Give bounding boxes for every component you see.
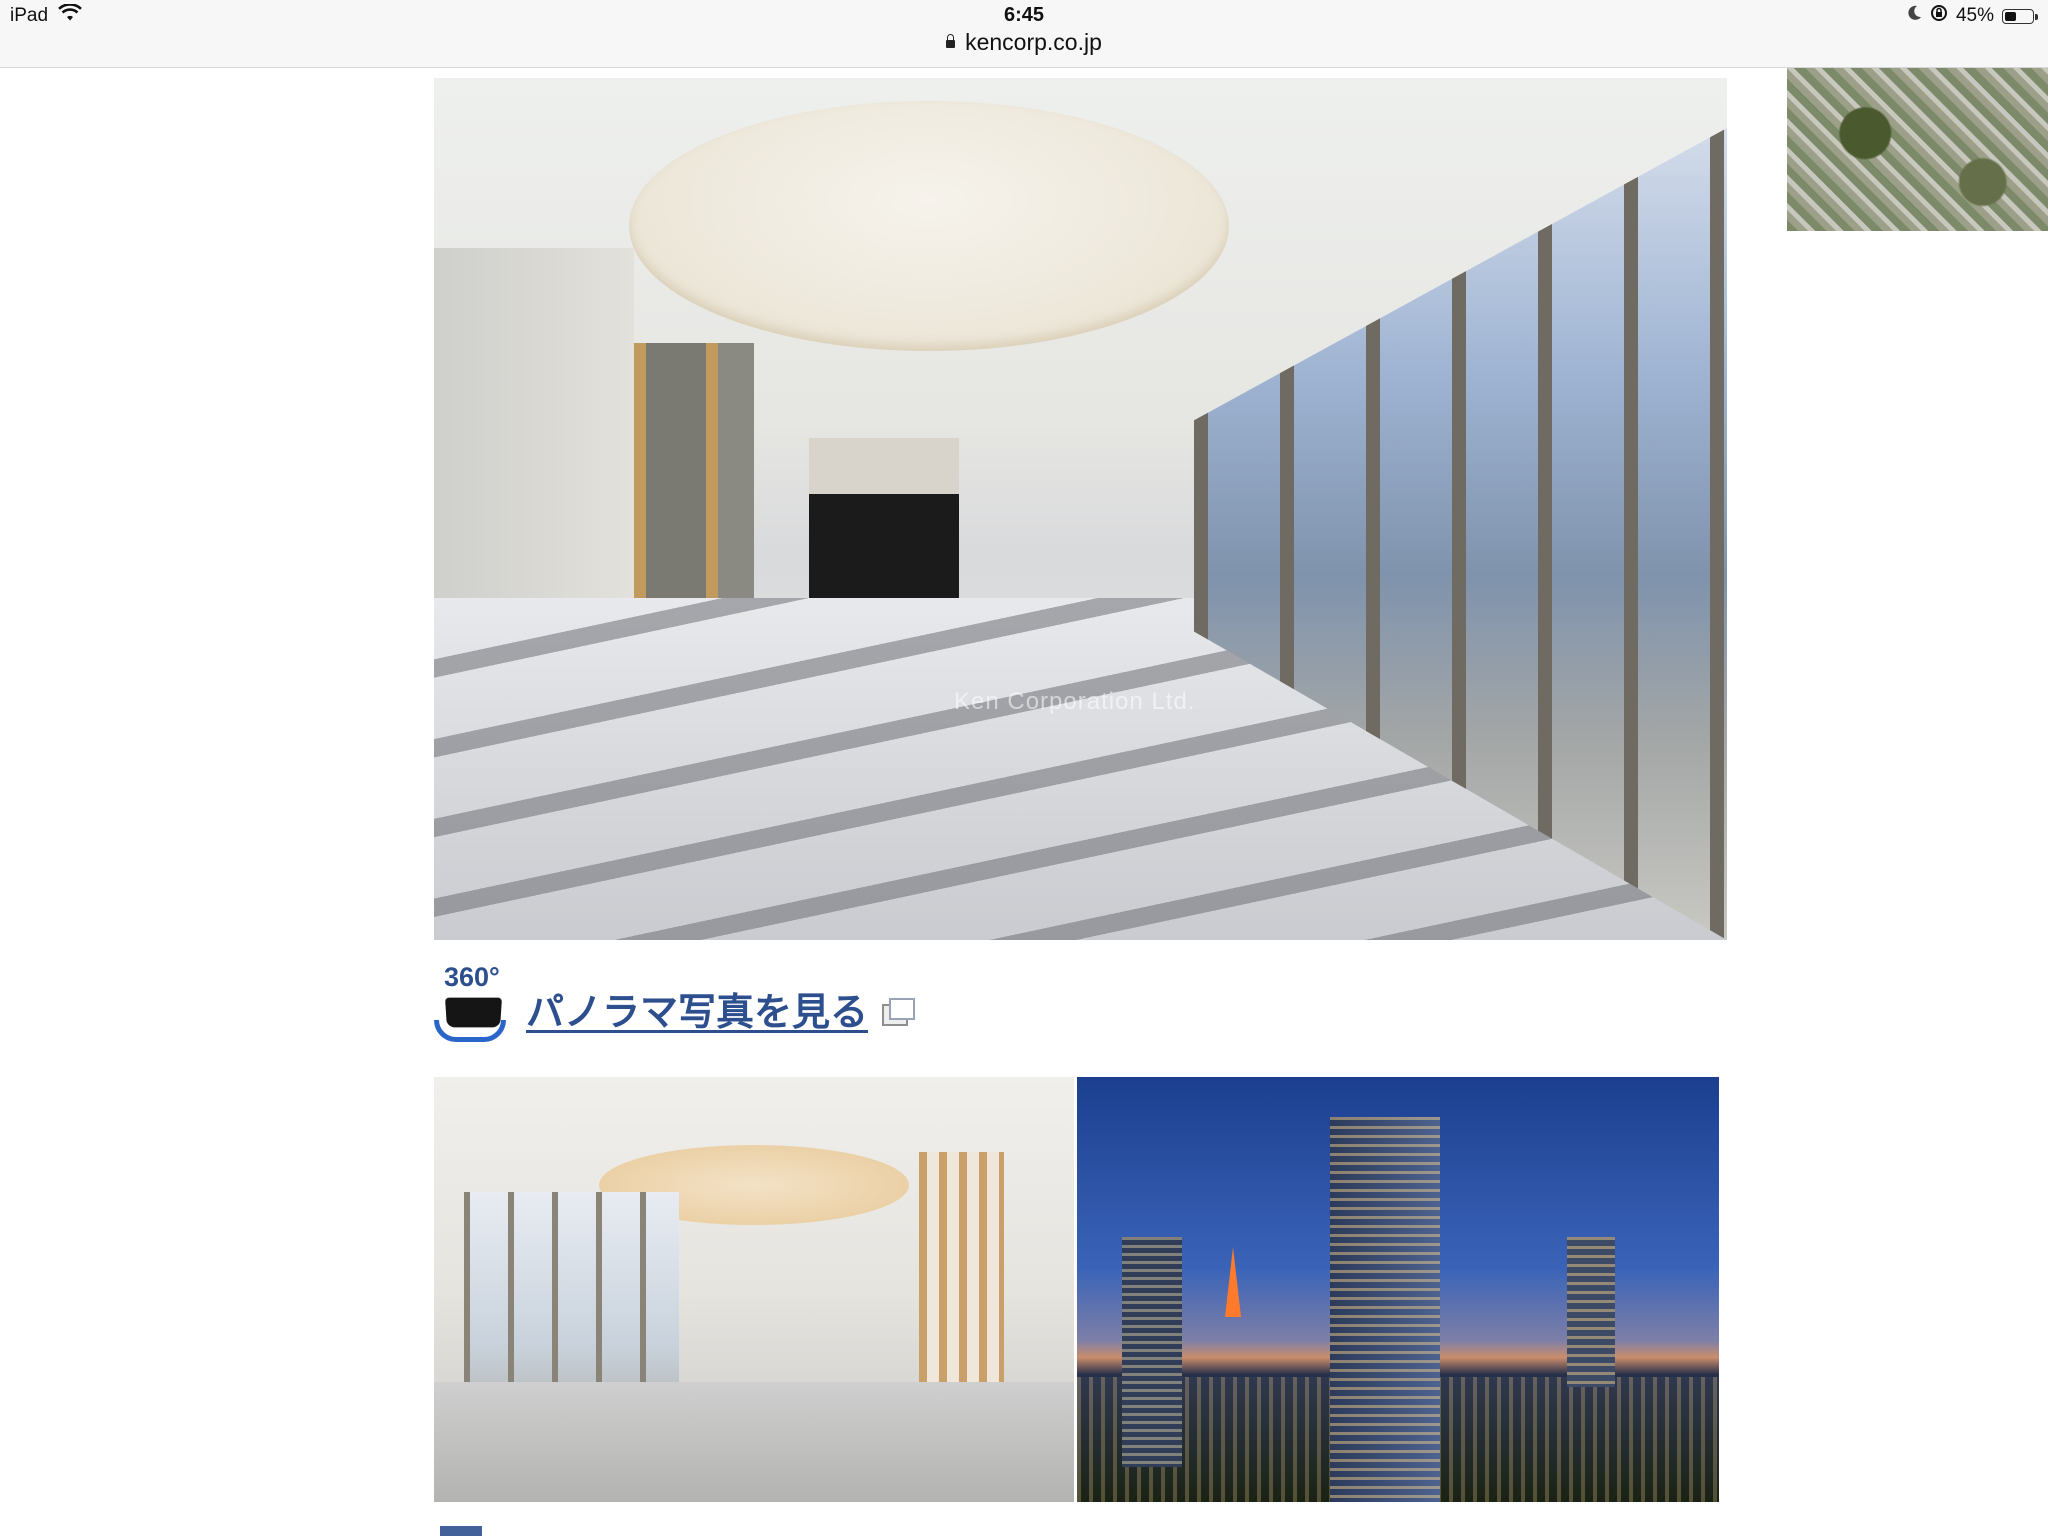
rotation-lock-icon: [1930, 4, 1948, 28]
panorama-link-row[interactable]: 360° パノラマ写真を見る: [434, 960, 916, 1050]
moon-icon: [1908, 5, 1922, 27]
photo-building: [1567, 1237, 1615, 1387]
panorama-360-icon[interactable]: 360°: [434, 962, 514, 1050]
battery-percent: 45%: [1955, 5, 1994, 26]
external-window-icon[interactable]: [882, 998, 916, 1028]
battery-fill: [2005, 11, 2017, 21]
aerial-view-photo[interactable]: [1787, 68, 2048, 231]
photo-floor: [434, 1382, 1074, 1502]
night-city-photo[interactable]: [1077, 1077, 1719, 1502]
photo-main-tower: [1330, 1117, 1440, 1502]
photo-watermark: Ken Corporation Ltd.: [954, 688, 1196, 715]
battery-icon: [2002, 8, 2038, 24]
url-text[interactable]: kencorp.co.jp: [965, 29, 1102, 55]
panorama-degree-label: 360°: [444, 962, 500, 992]
main-room-photo[interactable]: Ken Corporation Ltd.: [434, 78, 1727, 940]
lock-icon: [946, 34, 956, 48]
panorama-link[interactable]: パノラマ写真を見る: [526, 981, 868, 1036]
clock: 6:45: [1003, 4, 1045, 26]
rotate-arrow-icon: [434, 1020, 506, 1042]
room-photo-2[interactable]: [434, 1077, 1074, 1502]
photo-building: [1122, 1237, 1182, 1467]
external-window-front: [889, 998, 916, 1020]
address-bar[interactable]: kencorp.co.jp: [0, 29, 2048, 56]
photo-kitchen: [809, 438, 959, 598]
status-bar: iPad 6:45 kencorp.co.jp 45%: [0, 0, 2048, 68]
photo-ceiling: [629, 101, 1229, 351]
photo-tokyo-tower: [1225, 1247, 1241, 1317]
status-right: 45%: [1908, 4, 2038, 28]
